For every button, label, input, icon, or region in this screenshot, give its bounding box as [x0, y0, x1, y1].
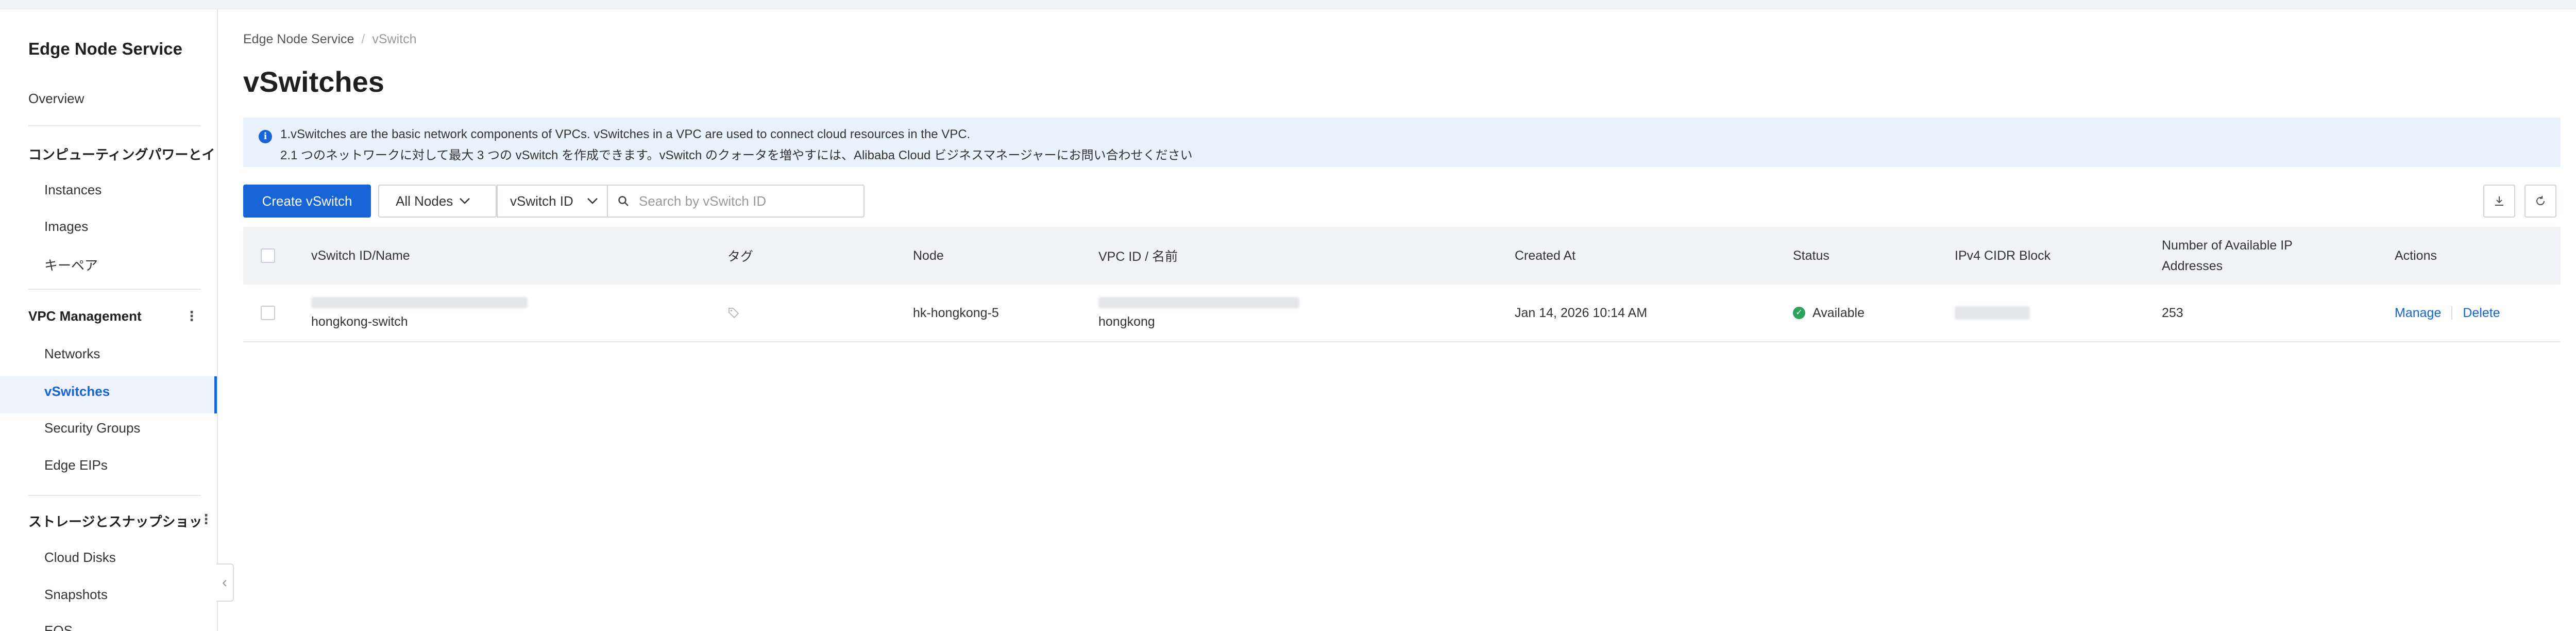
- sidebar-item-cloud-disks[interactable]: Cloud Disks: [44, 550, 116, 566]
- table-row: hongkong-switch hk-hongkong-5 hongkong J…: [243, 285, 2561, 342]
- manage-link[interactable]: Manage: [2395, 306, 2441, 321]
- header-available-ips-line2: Addresses: [2162, 259, 2223, 273]
- cell-cidr: [1955, 285, 2030, 341]
- select-all-checkbox[interactable]: [261, 227, 275, 285]
- info-notice: i 1.vSwitches are the basic network comp…: [243, 118, 2561, 167]
- sidebar-item-edge-eips[interactable]: Edge EIPs: [44, 457, 108, 473]
- sidebar-group-storage[interactable]: ストレージとスナップショット: [28, 511, 204, 530]
- vswitch-table: vSwitch ID/Name タグ Node VPC ID / 名前 Crea…: [243, 227, 2561, 342]
- sidebar-item-vswitches-label: vSwitches: [44, 384, 110, 399]
- header-actions: Actions: [2395, 248, 2437, 263]
- tag-icon[interactable]: [727, 307, 740, 319]
- search-input[interactable]: [639, 193, 855, 209]
- cell-tag[interactable]: [727, 285, 740, 341]
- chevron-down-icon: [587, 198, 598, 204]
- sidebar-group-compute[interactable]: コンピューティングパワーとイメージ: [28, 144, 214, 163]
- sidebar-divider: [28, 495, 201, 496]
- notice-line-1: 1.vSwitches are the basic network compon…: [280, 127, 971, 141]
- refresh-icon: [2536, 195, 2545, 206]
- breadcrumb: Edge Node Service / vSwitch: [243, 32, 417, 47]
- table-header: vSwitch ID/Name タグ Node VPC ID / 名前 Crea…: [243, 227, 2561, 285]
- sidebar-item-keypairs[interactable]: キーペア: [44, 255, 98, 274]
- breadcrumb-separator: /: [361, 32, 365, 46]
- cidr-redacted: [1955, 306, 2030, 320]
- delete-link[interactable]: Delete: [2463, 306, 2500, 321]
- kebab-icon[interactable]: ⋮: [199, 511, 213, 527]
- page-title: vSwitches: [243, 65, 384, 98]
- kebab-icon[interactable]: ⋮: [185, 308, 198, 324]
- header-created[interactable]: Created At: [1515, 227, 1575, 285]
- download-icon: [2495, 196, 2503, 206]
- check-circle-icon: ✓: [1793, 307, 1805, 319]
- cell-available-ips: 253: [2162, 305, 2183, 320]
- breadcrumb-current: vSwitch: [372, 32, 417, 46]
- vpc-name: hongkong: [1098, 314, 1155, 329]
- info-icon: i: [259, 130, 272, 143]
- header-available-ips-line1: Number of Available IP: [2162, 238, 2293, 253]
- sidebar-title: Edge Node Service: [28, 39, 182, 58]
- header-vpc: VPC ID / 名前: [1098, 250, 1178, 264]
- sidebar-item-networks[interactable]: Networks: [44, 346, 100, 362]
- search-box[interactable]: [607, 185, 865, 218]
- sidebar-item-images[interactable]: Images: [44, 219, 88, 235]
- sidebar-item-eos[interactable]: EOS: [44, 623, 73, 631]
- cell-status: ✓ Available: [1793, 285, 1865, 341]
- chevron-left-icon[interactable]: ‹: [216, 563, 234, 602]
- sidebar-divider: [28, 125, 201, 126]
- create-vswitch-button[interactable]: Create vSwitch: [243, 185, 371, 218]
- header-tag: タグ: [727, 250, 754, 264]
- header-node: Node: [913, 248, 944, 263]
- main-content: Edge Node Service / vSwitch vSwitches i 1.…: [243, 9, 2562, 631]
- chevron-down-icon: [460, 198, 470, 204]
- notice-line-2: 2.1 つのネットワークに対して最大 3 つの vSwitch を作成できます。…: [280, 148, 1193, 162]
- header-cidr: IPv4 CIDR Block: [1955, 248, 2051, 263]
- breadcrumb-root[interactable]: Edge Node Service: [243, 32, 354, 46]
- refresh-button[interactable]: [2524, 185, 2556, 218]
- search-field-value: vSwitch ID: [510, 193, 573, 209]
- header-id-name[interactable]: vSwitch ID/Name: [311, 227, 410, 285]
- cell-actions: Manage Delete: [2395, 285, 2500, 341]
- vswitch-id-redacted: [311, 296, 528, 308]
- sidebar-divider: [28, 289, 201, 290]
- row-checkbox[interactable]: [261, 285, 275, 341]
- node-filter-select[interactable]: All Nodes: [378, 185, 497, 218]
- cell-vpc: hongkong: [1098, 285, 1299, 341]
- download-button[interactable]: [2483, 185, 2515, 218]
- search-icon: [608, 195, 639, 207]
- sidebar-item-instances[interactable]: Instances: [44, 182, 101, 198]
- sidebar: Edge Node Service Overview コンピューティングパワーと…: [0, 9, 218, 631]
- search-field-select[interactable]: vSwitch ID: [497, 185, 608, 218]
- header-available-ips: Number of Available IP Addresses: [2162, 227, 2293, 285]
- sidebar-item-security-groups[interactable]: Security Groups: [44, 420, 140, 436]
- top-bar: [0, 0, 2576, 9]
- vswitch-name: hongkong-switch: [311, 314, 408, 329]
- cell-id-name: hongkong-switch: [311, 285, 528, 341]
- cell-node: hk-hongkong-5: [913, 305, 999, 320]
- cell-created: Jan 14, 2026 10:14 AM: [1515, 305, 1648, 320]
- vpc-id-redacted[interactable]: [1098, 296, 1299, 308]
- action-divider: [2451, 306, 2453, 320]
- sidebar-item-snapshots[interactable]: Snapshots: [44, 587, 108, 603]
- node-filter-value: All Nodes: [396, 193, 453, 209]
- sidebar-item-overview[interactable]: Overview: [28, 91, 84, 107]
- status-text: Available: [1812, 305, 1865, 320]
- header-status: Status: [1793, 248, 1829, 263]
